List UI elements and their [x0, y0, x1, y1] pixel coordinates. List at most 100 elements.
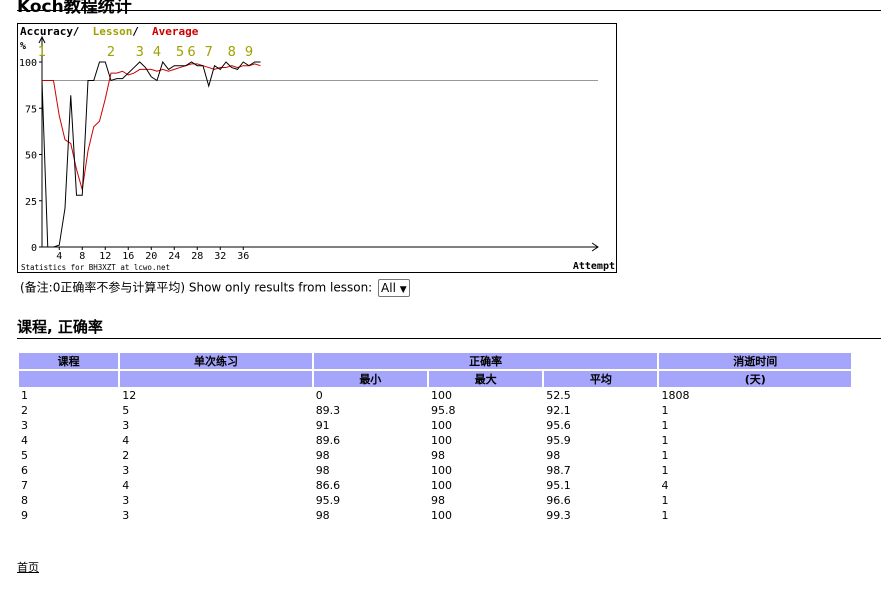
filter-note: (备注:0正确率不参与计算平均) Show only results from …	[20, 280, 373, 295]
table-cell: 86.6	[315, 479, 341, 492]
lesson-marker: 3	[136, 45, 144, 60]
table-cell: 95.6	[546, 419, 571, 432]
table-cell: 98	[315, 449, 330, 462]
table-cell: 4	[122, 479, 130, 492]
table-cell: 12	[122, 389, 137, 402]
table-cell: 89.3	[315, 404, 341, 417]
table-cell: 3	[122, 509, 130, 522]
x-tick-label: 8	[79, 251, 85, 262]
table-cell: 98	[430, 494, 445, 507]
lesson-marker: 9	[245, 45, 253, 60]
y-tick-label: 50	[25, 151, 37, 162]
table-cell: 1	[661, 434, 669, 447]
table-cell: 3	[21, 419, 28, 432]
table-cell: 96.6	[546, 494, 571, 507]
table-cell: 5	[21, 449, 28, 462]
x-tick-label: 28	[191, 251, 203, 262]
chart-title-part: Lesson	[93, 25, 133, 38]
table-cell: 4	[21, 434, 28, 447]
table-cell: 1	[661, 464, 669, 477]
table-cell: 99.3	[546, 509, 571, 522]
table-cell: 100	[430, 434, 452, 447]
table-cell: 5	[122, 404, 130, 417]
table-cell: 9	[21, 509, 28, 522]
chart-title-part: /	[73, 25, 80, 38]
table-cell: 2	[21, 404, 28, 417]
subheader-min: 最小	[313, 371, 427, 387]
table-cell: 3	[122, 419, 130, 432]
lesson-marker: 2	[107, 45, 115, 60]
title-divider	[17, 10, 881, 11]
y-tick-label: 100	[19, 58, 37, 69]
home-link[interactable]: 首页	[17, 559, 39, 575]
lesson-marker: 7	[205, 45, 213, 60]
section-divider	[17, 338, 881, 339]
table-subheader-row: 最小 最大 平均 (天)	[19, 371, 851, 387]
table-cell: 3	[122, 464, 130, 477]
subheader-days: (天)	[659, 371, 851, 387]
table-cell: 1	[661, 449, 669, 462]
lesson-select-value: All	[381, 281, 396, 295]
subheader-empty	[120, 371, 312, 387]
lesson-stats-table: 课程 单次练习 正确率 消逝时间 最小 最大 平均 (天) 1 12 0 100 52.…	[17, 351, 853, 524]
x-axis-label: Attempt	[573, 261, 615, 272]
x-tick-label: 24	[168, 251, 180, 262]
table-row: 3 3 91 100 95.6 1	[19, 419, 851, 432]
header-lesson: 课程	[19, 353, 119, 369]
subheader-empty	[19, 371, 119, 387]
table-cell: 2	[122, 449, 130, 462]
lesson-filter: (备注:0正确率不参与计算平均) Show only results from …	[20, 279, 410, 297]
table-header-row: 课程 单次练习 正确率 消逝时间	[19, 353, 851, 369]
table-cell: 95.1	[546, 479, 571, 492]
table-cell: 1	[661, 509, 669, 522]
table-cell: 100	[430, 389, 452, 402]
lesson-marker: 1	[38, 45, 46, 60]
x-tick-label: 20	[145, 251, 157, 262]
table-cell: 0	[315, 389, 323, 402]
table-cell: 95.9	[546, 434, 571, 447]
x-tick-label: 16	[122, 251, 134, 262]
table-cell: 95.9	[315, 494, 341, 507]
x-tick-label: 36	[237, 251, 249, 262]
table-row: 8 3 95.9 98 96.6 1	[19, 494, 851, 507]
table-cell: 1	[21, 389, 28, 402]
table-cell: 7	[21, 479, 28, 492]
accuracy-chart: 0 25 50 75 100% 4 8 12 16 20 24 28 32 36 Attempt Statis…	[17, 23, 617, 273]
lesson-marker: 5	[176, 45, 184, 60]
y-tick-label: 0	[31, 243, 37, 254]
y-axis-label: %	[20, 41, 26, 52]
chart-title-part: Accuracy	[20, 25, 73, 38]
table-cell: 3	[122, 494, 130, 507]
page-title: Koch教程统计	[17, 0, 132, 17]
table-cell: 98	[315, 509, 330, 522]
table-cell: 91	[315, 419, 330, 432]
table-row: 2 5 89.3 95.8 92.1 1	[19, 404, 851, 417]
table-cell: 98.7	[546, 464, 571, 477]
table-row: 5 2 98 98 98 1	[19, 449, 851, 462]
chevron-down-icon: ▼	[399, 285, 407, 295]
table-row: 9 3 98 100 99.3 1	[19, 509, 851, 522]
table-cell: 100	[430, 464, 452, 477]
table-cell: 4	[122, 434, 130, 447]
table-row: 1 12 0 100 52.5 1808	[19, 389, 851, 402]
lesson-marker: 4	[153, 45, 161, 60]
lesson-select[interactable]: All ▼	[378, 279, 410, 297]
table-cell: 100	[430, 509, 452, 522]
x-tick-label: 12	[99, 251, 111, 262]
x-tick-label: 4	[56, 251, 62, 262]
series-line-accuracy	[41, 60, 261, 248]
section-title: 课程, 正确率	[17, 318, 103, 336]
header-accuracy: 正确率	[313, 353, 658, 369]
subheader-avg: 平均	[544, 371, 658, 387]
table-cell: 6	[21, 464, 28, 477]
table-cell: 98	[546, 449, 561, 462]
lesson-marker: 6	[187, 45, 195, 60]
subheader-max: 最大	[428, 371, 543, 387]
table-cell: 92.1	[546, 404, 571, 417]
header-elapsed: 消逝时间	[659, 353, 851, 369]
table-row: 4 4 89.6 100 95.9 1	[19, 434, 851, 447]
table-cell: 1	[661, 494, 669, 507]
table-cell: 98	[315, 464, 330, 477]
table-cell: 8	[21, 494, 28, 507]
chart-title-part: /	[132, 25, 139, 38]
